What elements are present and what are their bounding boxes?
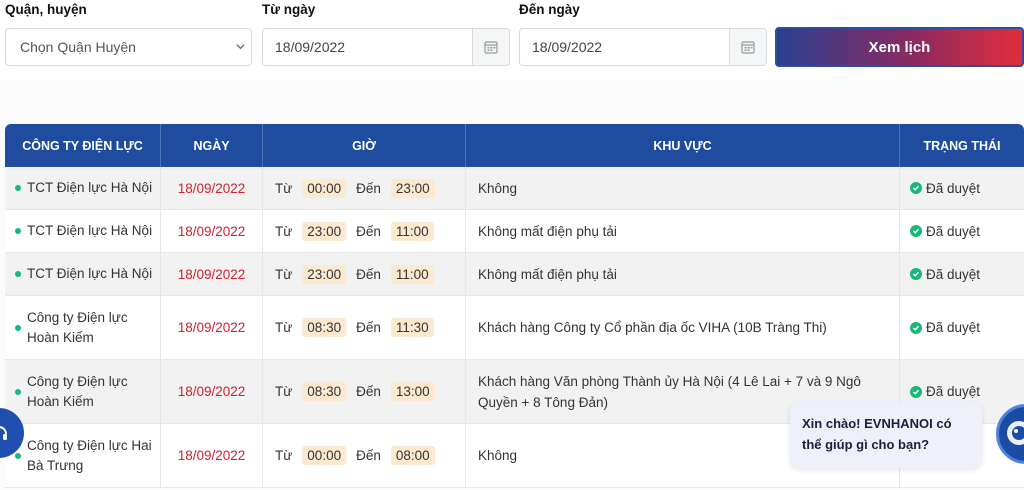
end-time: 11:00 [390,264,434,284]
time-cell: Từ 08:30 Đến 13:00 [263,360,466,423]
start-time: 08:30 [302,318,347,337]
status-dot-icon [15,185,21,191]
status-dot-icon [15,228,21,234]
district-label: Quận, huyện [5,2,87,17]
start-time: 23:00 [302,264,347,284]
date-cell: 18/09/2022 [161,253,263,295]
to-word: Đến [356,320,381,335]
status-badge: Đã duyệt [926,320,981,335]
district-select-value: Chọn Quận Huyện [20,39,136,55]
column-header-status[interactable]: TRẠNG THÁI [900,124,1024,167]
to-date-label: Đến ngày [519,2,580,17]
company-cell: TCT Điện lực Hà Nội [5,210,161,252]
status-dot-icon [15,271,21,277]
filter-bar: Quận, huyện Chọn Quận Huyện Từ ngày 18/0… [0,0,1024,80]
from-word: Từ [275,448,293,463]
date-cell: 18/09/2022 [161,424,263,487]
to-word: Đến [356,266,381,282]
check-circle-icon [910,385,922,398]
to-word: Đến [356,448,381,463]
table-row: TCT Điện lực Hà Nội 18/09/2022 Từ 23:00 … [5,253,1024,296]
company-name: Công ty Điện lực Hoàn Kiếm [27,373,128,409]
time-cell: Từ 00:00 Đến 08:00 [263,424,466,487]
end-time: 23:00 [390,178,435,198]
status-dot-icon [15,452,21,459]
end-time: 11:00 [390,221,434,241]
date-cell: 18/09/2022 [161,167,263,209]
status-cell: Đã duyệt [900,167,1024,209]
date-cell: 18/09/2022 [161,210,263,252]
end-time: 13:00 [390,382,435,401]
table-row: Công ty Điện lực Hoàn Kiếm 18/09/2022 Từ… [5,296,1024,360]
check-circle-icon [910,225,922,237]
end-time: 11:30 [390,318,434,337]
company-name: TCT Điện lực Hà Nội [27,180,153,195]
to-word: Đến [356,384,381,399]
area-cell: Không mất điện phụ tải [466,253,900,295]
to-date-value: 18/09/2022 [532,39,603,55]
from-word: Từ [275,320,293,335]
table-row: TCT Điện lực Hà Nội 18/09/2022 Từ 00:00 … [5,167,1024,210]
status-badge: Đã duyệt [926,266,981,282]
column-header-company[interactable]: CÔNG TY ĐIỆN LỰC [5,124,161,167]
area-cell: Không mất điện phụ tải [466,210,900,252]
from-word: Từ [275,180,293,196]
to-date-input[interactable]: 18/09/2022 [519,28,767,66]
company-cell: Công ty Điện lực Hoàn Kiếm [5,296,161,359]
status-dot-icon [15,388,21,395]
from-date-label: Từ ngày [262,2,316,17]
from-date-value: 18/09/2022 [275,39,346,55]
status-dot-icon [15,324,21,331]
status-cell: Đã duyệt [900,296,1024,359]
from-word: Từ [275,384,293,399]
start-time: 23:00 [302,221,347,241]
from-word: Từ [275,266,293,282]
date-cell: 18/09/2022 [161,296,263,359]
view-schedule-button[interactable]: Xem lịch [775,27,1024,67]
start-time: 00:00 [302,446,347,465]
end-time: 08:00 [390,446,435,465]
company-name: Công ty Điện lực Hoàn Kiếm [27,309,128,345]
table-header: CÔNG TY ĐIỆN LỰC NGÀY GIỜ KHU VỰC TRẠNG … [5,124,1024,167]
status-badge: Đã duyệt [926,223,981,239]
to-word: Đến [356,180,381,196]
calendar-icon[interactable] [472,29,509,65]
company-name: TCT Điện lực Hà Nội [27,266,153,281]
date-cell: 18/09/2022 [161,360,263,423]
status-badge: Đã duyệt [926,180,981,196]
company-cell: TCT Điện lực Hà Nội [5,253,161,295]
status-badge: Đã duyệt [926,384,981,399]
from-word: Từ [275,223,293,239]
chatbot-avatar-icon[interactable] [996,404,1024,464]
time-cell: Từ 00:00 Đến 23:00 [263,167,466,209]
company-cell: Công ty Điện lực Hai Bà Trưng [5,424,161,487]
chat-greeting-bubble[interactable]: Xin chào! EVNHANOI có thể giúp gì cho bạ… [790,402,982,468]
table-row: TCT Điện lực Hà Nội 18/09/2022 Từ 23:00 … [5,210,1024,253]
status-cell: Đã duyệt [900,253,1024,295]
to-word: Đến [356,223,381,239]
company-cell: TCT Điện lực Hà Nội [5,167,161,209]
company-name: Công ty Điện lực Hai Bà Trưng [27,437,152,473]
time-cell: Từ 23:00 Đến 11:00 [263,253,466,295]
status-cell: Đã duyệt [900,210,1024,252]
start-time: 00:00 [302,178,347,198]
area-cell: Khách hàng Công ty Cổ phần địa ốc VIHA (… [466,296,900,359]
calendar-icon[interactable] [729,29,766,65]
column-header-date[interactable]: NGÀY [161,124,263,167]
column-header-area[interactable]: KHU VỰC [466,124,900,167]
column-header-time[interactable]: GIỜ [263,124,466,167]
start-time: 08:30 [302,382,347,401]
district-select[interactable]: Chọn Quận Huyện [5,28,252,66]
check-circle-icon [910,268,922,280]
time-cell: Từ 23:00 Đến 11:00 [263,210,466,252]
time-cell: Từ 08:30 Đến 11:30 [263,296,466,359]
company-cell: Công ty Điện lực Hoàn Kiếm [5,360,161,423]
check-circle-icon [910,182,922,194]
area-cell: Không [466,167,900,209]
company-name: TCT Điện lực Hà Nội [27,223,153,238]
check-circle-icon [910,321,922,334]
chevron-down-icon [236,44,245,50]
from-date-input[interactable]: 18/09/2022 [262,28,510,66]
